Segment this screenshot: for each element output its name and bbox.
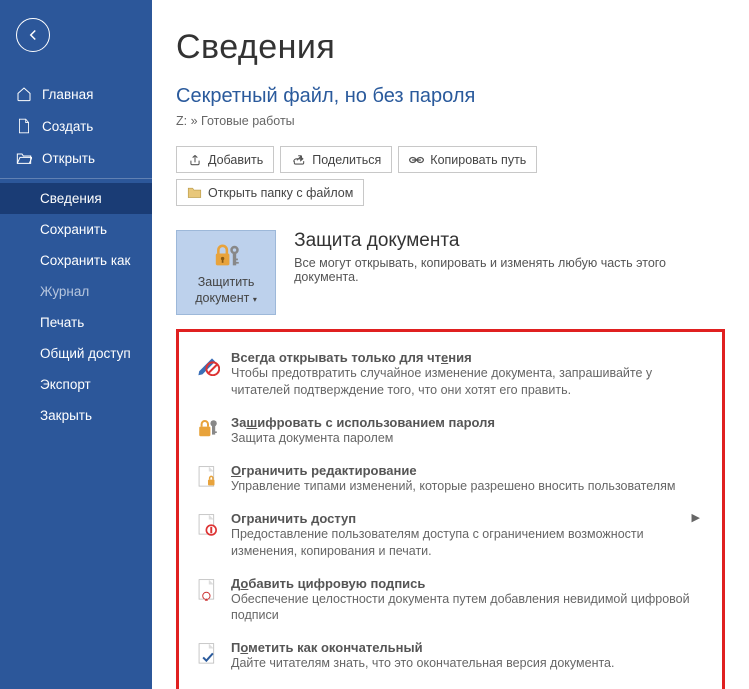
arrow-left-icon <box>24 26 42 44</box>
readonly-icon <box>195 350 221 376</box>
menu-item-desc: Управление типами изменений, которые раз… <box>231 478 706 495</box>
sidebar-item-new[interactable]: Создать <box>0 110 152 142</box>
share-button[interactable]: Поделиться <box>280 146 392 173</box>
menu-item-title: Всегда открывать только для чтения <box>231 350 706 365</box>
encrypt-icon <box>195 415 221 441</box>
sidebar-nav: Главная Создать Открыть Сведения Сохрани… <box>0 78 152 431</box>
sidebar-item-label: Журнал <box>40 284 89 299</box>
restrict-access-icon <box>195 511 221 539</box>
menu-item-restrict-edit[interactable]: Ограничить редактирование Управление тип… <box>189 455 712 503</box>
home-icon <box>16 86 32 102</box>
sidebar-item-open[interactable]: Открыть <box>0 142 152 174</box>
sidebar-divider <box>0 178 152 179</box>
button-label: Копировать путь <box>430 153 526 167</box>
main-panel: Сведения Секретный файл, но без пароля Z… <box>152 0 749 689</box>
sidebar-item-label: Сохранить <box>40 222 107 237</box>
mark-final-icon <box>195 640 221 668</box>
sidebar-item-close[interactable]: Закрыть <box>0 400 152 431</box>
back-button[interactable] <box>16 18 50 52</box>
section-title: Защита документа <box>294 230 725 252</box>
menu-item-encrypt[interactable]: Зашифровать с использованием пароля Защи… <box>189 407 712 455</box>
sidebar-item-print[interactable]: Печать <box>0 307 152 338</box>
sidebar-item-info[interactable]: Сведения <box>0 183 152 214</box>
menu-item-title: Добавить цифровую подпись <box>231 576 706 591</box>
menu-item-desc: Защита документа паролем <box>231 430 706 447</box>
page-heading: Сведения <box>176 28 725 67</box>
button-line2: документ <box>195 291 249 305</box>
sidebar-item-label: Сведения <box>40 191 102 206</box>
sidebar-item-label: Главная <box>42 87 93 102</box>
menu-item-title: Ограничить доступ <box>231 511 706 526</box>
open-folder-button[interactable]: Открыть папку с файлом <box>176 179 364 206</box>
sidebar-item-label: Экспорт <box>40 377 91 392</box>
menu-item-desc: Дайте читателям знать, что это окончател… <box>231 655 706 672</box>
sidebar-item-label: Закрыть <box>40 408 92 423</box>
menu-item-title: Ограничить редактирование <box>231 463 706 478</box>
copy-path-button[interactable]: Копировать путь <box>398 146 537 173</box>
button-line1: Защитить <box>198 275 255 289</box>
button-label: Открыть папку с файлом <box>208 186 353 200</box>
menu-item-desc: Обеспечение целостности документа путем … <box>231 591 706 625</box>
protect-section: Защитить документ ▾ Защита документа Все… <box>176 230 725 315</box>
sidebar-item-save[interactable]: Сохранить <box>0 214 152 245</box>
sidebar-item-label: Общий доступ <box>40 346 131 361</box>
protect-menu: Всегда открывать только для чтения Чтобы… <box>176 329 725 689</box>
signature-icon <box>195 576 221 604</box>
backstage-sidebar: Главная Создать Открыть Сведения Сохрани… <box>0 0 152 689</box>
chevron-right-icon: ▶ <box>692 511 700 524</box>
restrict-edit-icon <box>195 463 221 491</box>
protect-info: Защита документа Все могут открывать, ко… <box>294 230 725 284</box>
sidebar-item-export[interactable]: Экспорт <box>0 369 152 400</box>
share-icon <box>291 152 306 167</box>
button-label: Поделиться <box>312 153 381 167</box>
folder-icon <box>187 185 202 200</box>
sidebar-item-label: Открыть <box>42 151 95 166</box>
button-label: Добавить <box>208 153 263 167</box>
sidebar-item-label: Сохранить как <box>40 253 130 268</box>
sidebar-item-label: Печать <box>40 315 84 330</box>
sidebar-item-history[interactable]: Журнал <box>0 276 152 307</box>
sidebar-item-share[interactable]: Общий доступ <box>0 338 152 369</box>
dropdown-caret-icon: ▾ <box>253 295 257 304</box>
menu-item-desc: Предоставление пользователям доступа с о… <box>231 526 706 560</box>
open-folder-icon <box>16 150 32 166</box>
upload-icon <box>187 152 202 167</box>
menu-item-mark-final[interactable]: Пометить как окончательный Дайте читател… <box>189 632 712 680</box>
lock-key-icon <box>181 241 271 271</box>
menu-item-title: Зашифровать с использованием пароля <box>231 415 706 430</box>
document-title: Секретный файл, но без пароля <box>176 85 725 108</box>
upload-button[interactable]: Добавить <box>176 146 274 173</box>
protect-document-button[interactable]: Защитить документ ▾ <box>176 230 276 315</box>
menu-item-title: Пометить как окончательный <box>231 640 706 655</box>
info-toolbar: Добавить Поделиться Копировать путь Откр… <box>176 146 725 206</box>
new-file-icon <box>16 118 32 134</box>
menu-item-digital-signature[interactable]: Добавить цифровую подпись Обеспечение це… <box>189 568 712 633</box>
sidebar-item-saveas[interactable]: Сохранить как <box>0 245 152 276</box>
menu-item-readonly[interactable]: Всегда открывать только для чтения Чтобы… <box>189 342 712 407</box>
sidebar-item-label: Создать <box>42 119 93 134</box>
menu-item-desc: Чтобы предотвратить случайное изменение … <box>231 365 706 399</box>
menu-item-restrict-access[interactable]: Ограничить доступ Предоставление пользов… <box>189 503 712 568</box>
breadcrumb: Z: » Готовые работы <box>176 114 725 128</box>
sidebar-item-home[interactable]: Главная <box>0 78 152 110</box>
link-icon <box>409 152 424 167</box>
section-desc: Все могут открывать, копировать и изменя… <box>294 256 725 284</box>
